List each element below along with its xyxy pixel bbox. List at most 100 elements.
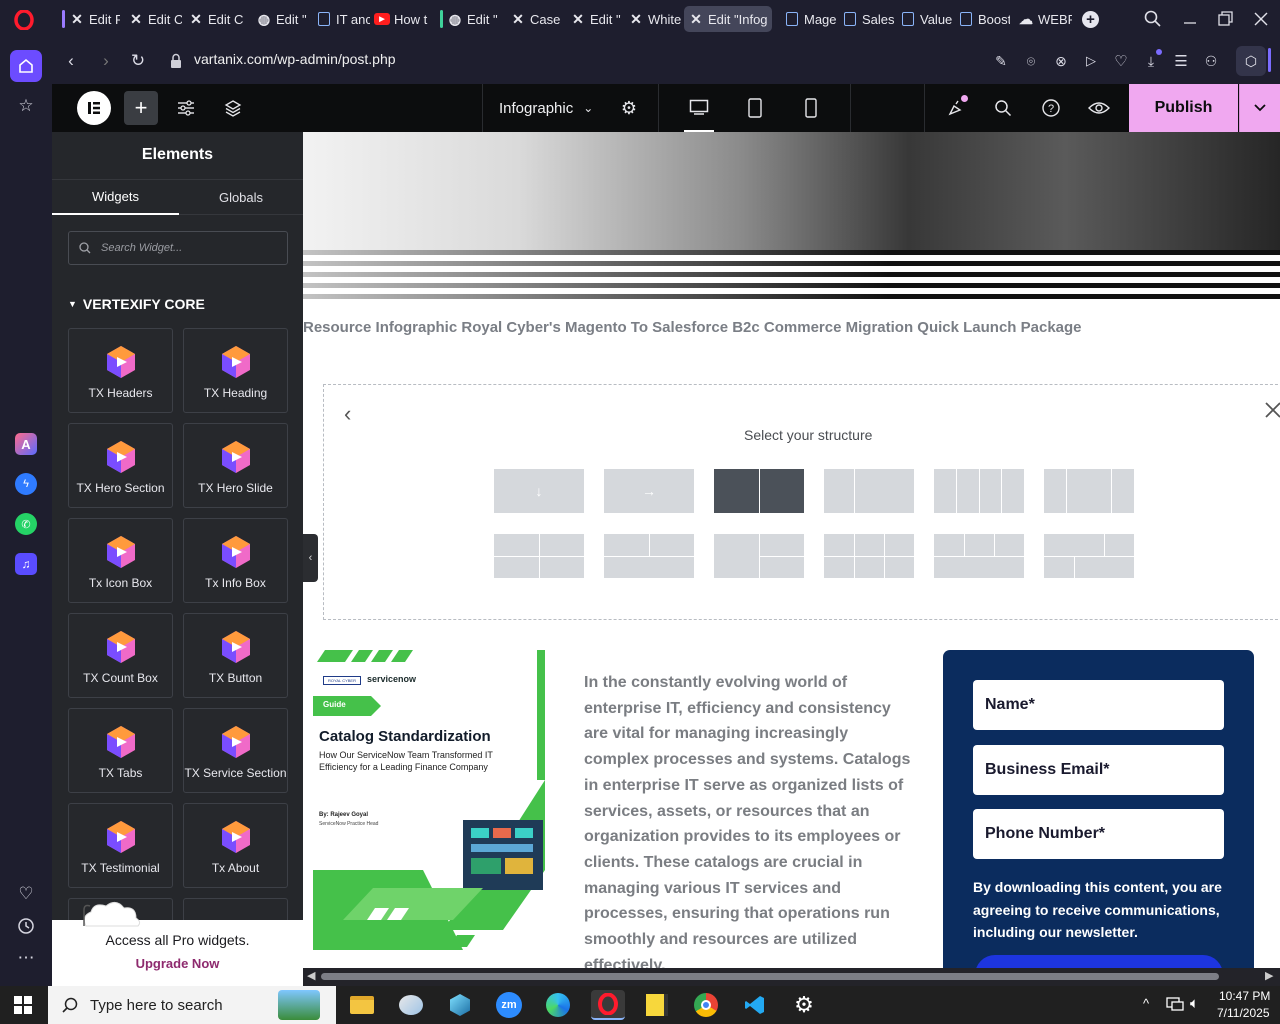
structure-layers-icon[interactable]	[221, 96, 245, 120]
forward-icon[interactable]: ›	[95, 50, 117, 72]
browser-tab[interactable]: ✕ Edit C	[124, 6, 182, 32]
windows-start-icon[interactable]	[14, 996, 32, 1014]
browser-tab[interactable]: ◍ Edit "	[436, 6, 502, 32]
sticky-notes-icon[interactable]	[640, 990, 674, 1020]
close-window-icon[interactable]	[1251, 9, 1271, 29]
browser-tab[interactable]: ✕ Edit P	[58, 6, 120, 32]
adblock-icon[interactable]: ⊗	[1050, 50, 1072, 72]
more-options-icon[interactable]: ⋯	[10, 942, 42, 974]
structure-option-2-columns[interactable]	[714, 469, 804, 513]
zoom-app-icon[interactable]: zm	[492, 990, 526, 1020]
browser-tab[interactable]: ✕ White	[624, 6, 682, 32]
site-settings-sliders-icon[interactable]	[174, 96, 198, 120]
desktop-view-icon[interactable]	[684, 84, 714, 132]
heart-icon[interactable]: ♡	[10, 878, 42, 910]
category-header[interactable]: ▼ VERTEXIFY CORE	[68, 296, 205, 312]
settings-gear-icon[interactable]: ⚙	[787, 990, 821, 1020]
clock-date[interactable]: 7/11/2025	[1217, 1006, 1270, 1020]
collapse-panel-handle[interactable]: ‹	[303, 534, 318, 582]
widget-tx-button[interactable]: TX Button	[183, 613, 288, 698]
scroll-left-arrow-icon[interactable]: ◀	[307, 969, 315, 982]
structure-option-grid-3x2[interactable]	[824, 534, 914, 578]
structure-option-flex-column[interactable]: ↓	[494, 469, 584, 513]
publish-options-chevron-icon[interactable]	[1239, 84, 1280, 132]
browser-tab[interactable]: Value	[896, 6, 952, 32]
speed-dial-star-icon[interactable]: ☆	[10, 90, 42, 122]
browser-tab[interactable]: Boost	[954, 6, 1010, 32]
network-icon[interactable]	[1166, 996, 1184, 1017]
back-arrow-icon[interactable]: ‹	[344, 401, 351, 427]
preview-eye-icon[interactable]	[1087, 96, 1111, 120]
structure-option-grid-offset[interactable]	[1044, 534, 1134, 578]
widget-search-field[interactable]: Search Widget...	[68, 231, 288, 265]
business-email-field[interactable]: Business Email*	[973, 745, 1224, 795]
music-player-icon[interactable]: ♫	[10, 548, 42, 580]
edit-url-icon[interactable]: ✎	[990, 50, 1012, 72]
widget-tx-testimonial[interactable]: TX Testimonial	[68, 803, 173, 888]
help-icon[interactable]: ?	[1039, 96, 1063, 120]
extensions-icon[interactable]: ⬡	[1236, 46, 1266, 76]
profile-icon[interactable]: ⚇	[1200, 50, 1222, 72]
close-picker-icon[interactable]	[1264, 401, 1280, 421]
upgrade-now-link[interactable]: Upgrade Now	[52, 956, 303, 971]
tab-search-icon[interactable]	[1143, 9, 1163, 29]
opera-taskbar-icon[interactable]	[591, 990, 625, 1020]
whatsapp-icon[interactable]: ✆	[10, 508, 42, 540]
tablet-view-icon[interactable]	[743, 96, 767, 120]
widget-tx-service-section[interactable]: TX Service Section	[183, 708, 288, 793]
show-hidden-icons-chevron-icon[interactable]: ^	[1143, 996, 1149, 1011]
mobile-view-icon[interactable]	[799, 96, 823, 120]
browser-tab[interactable]: ▶ How t	[370, 6, 428, 32]
cube-app-icon[interactable]	[443, 990, 477, 1020]
url-field[interactable]: vartanix.com/wp-admin/post.php	[194, 51, 396, 67]
widget-tx-about[interactable]: Tx About	[183, 803, 288, 888]
browser-tab[interactable]: ✕ Edit C	[184, 6, 244, 32]
structure-option-3-columns-wide-center[interactable]	[1044, 469, 1134, 513]
browser-tab[interactable]: Sales	[838, 6, 894, 32]
file-explorer-icon[interactable]	[345, 990, 379, 1020]
easy-setup-icon[interactable]: ☰	[1170, 50, 1192, 72]
page-settings-gear-icon[interactable]: ⚙	[617, 96, 641, 120]
new-tab-button[interactable]: +	[1082, 11, 1099, 28]
structure-option-grid-3-over-1[interactable]	[934, 534, 1024, 578]
back-icon[interactable]: ‹	[60, 50, 82, 72]
clock-time[interactable]: 10:47 PM	[1219, 989, 1270, 1003]
aria-icon[interactable]: A	[10, 428, 42, 460]
restore-icon[interactable]	[1215, 9, 1235, 29]
browser-tab[interactable]: IT anc	[312, 6, 370, 32]
tab-widgets[interactable]: Widgets	[52, 179, 179, 215]
widget-tx-icon-box[interactable]: Tx Icon Box	[68, 518, 173, 603]
download-submit-button[interactable]	[975, 955, 1223, 968]
structure-option-grid-2x2[interactable]	[494, 534, 584, 578]
taskbar-search-box[interactable]: Type here to search	[48, 986, 336, 1024]
minimize-icon[interactable]	[1180, 9, 1200, 29]
search-icon[interactable]	[991, 96, 1015, 120]
widget-tx-info-box[interactable]: Tx Info Box	[183, 518, 288, 603]
browser-tab[interactable]: ◍ Edit "	[252, 6, 310, 32]
send-icon[interactable]: ▷	[1080, 50, 1102, 72]
home-icon[interactable]	[10, 50, 42, 82]
add-element-button[interactable]: +	[124, 91, 158, 125]
tab-globals[interactable]: Globals	[179, 179, 303, 215]
volume-icon[interactable]: 🔈︎	[1190, 995, 1199, 1012]
scrollbar-thumb[interactable]	[321, 973, 1219, 980]
widget-tx-hero-slide[interactable]: TX Hero Slide	[183, 423, 288, 508]
widget-tx-heading[interactable]: TX Heading	[183, 328, 288, 413]
structure-option-grid-1-left-2-right[interactable]	[714, 534, 804, 578]
paint-app-icon[interactable]	[394, 990, 428, 1020]
edge-browser-icon[interactable]	[541, 990, 575, 1020]
structure-option-1-2-columns[interactable]	[824, 469, 914, 513]
messenger-icon[interactable]: ϟ	[10, 468, 42, 500]
vscode-icon[interactable]	[738, 990, 772, 1020]
widget-tx-hero-section[interactable]: TX Hero Section	[68, 423, 173, 508]
browser-tab[interactable]: ✕ Case	[506, 6, 564, 32]
widget-tx-tabs[interactable]: TX Tabs	[68, 708, 173, 793]
widget-tx-count-box[interactable]: TX Count Box	[68, 613, 173, 698]
scroll-right-arrow-icon[interactable]: ▶	[1265, 969, 1273, 982]
opera-logo-icon[interactable]	[12, 8, 36, 32]
structure-option-grid-2-over-1[interactable]	[604, 534, 694, 578]
snapshot-camera-icon[interactable]: ⌾	[1020, 50, 1042, 72]
browser-tab[interactable]: ☁ WEBP	[1014, 6, 1072, 32]
widget-tx-headers[interactable]: TX Headers	[68, 328, 173, 413]
reload-icon[interactable]: ↻	[127, 50, 149, 72]
